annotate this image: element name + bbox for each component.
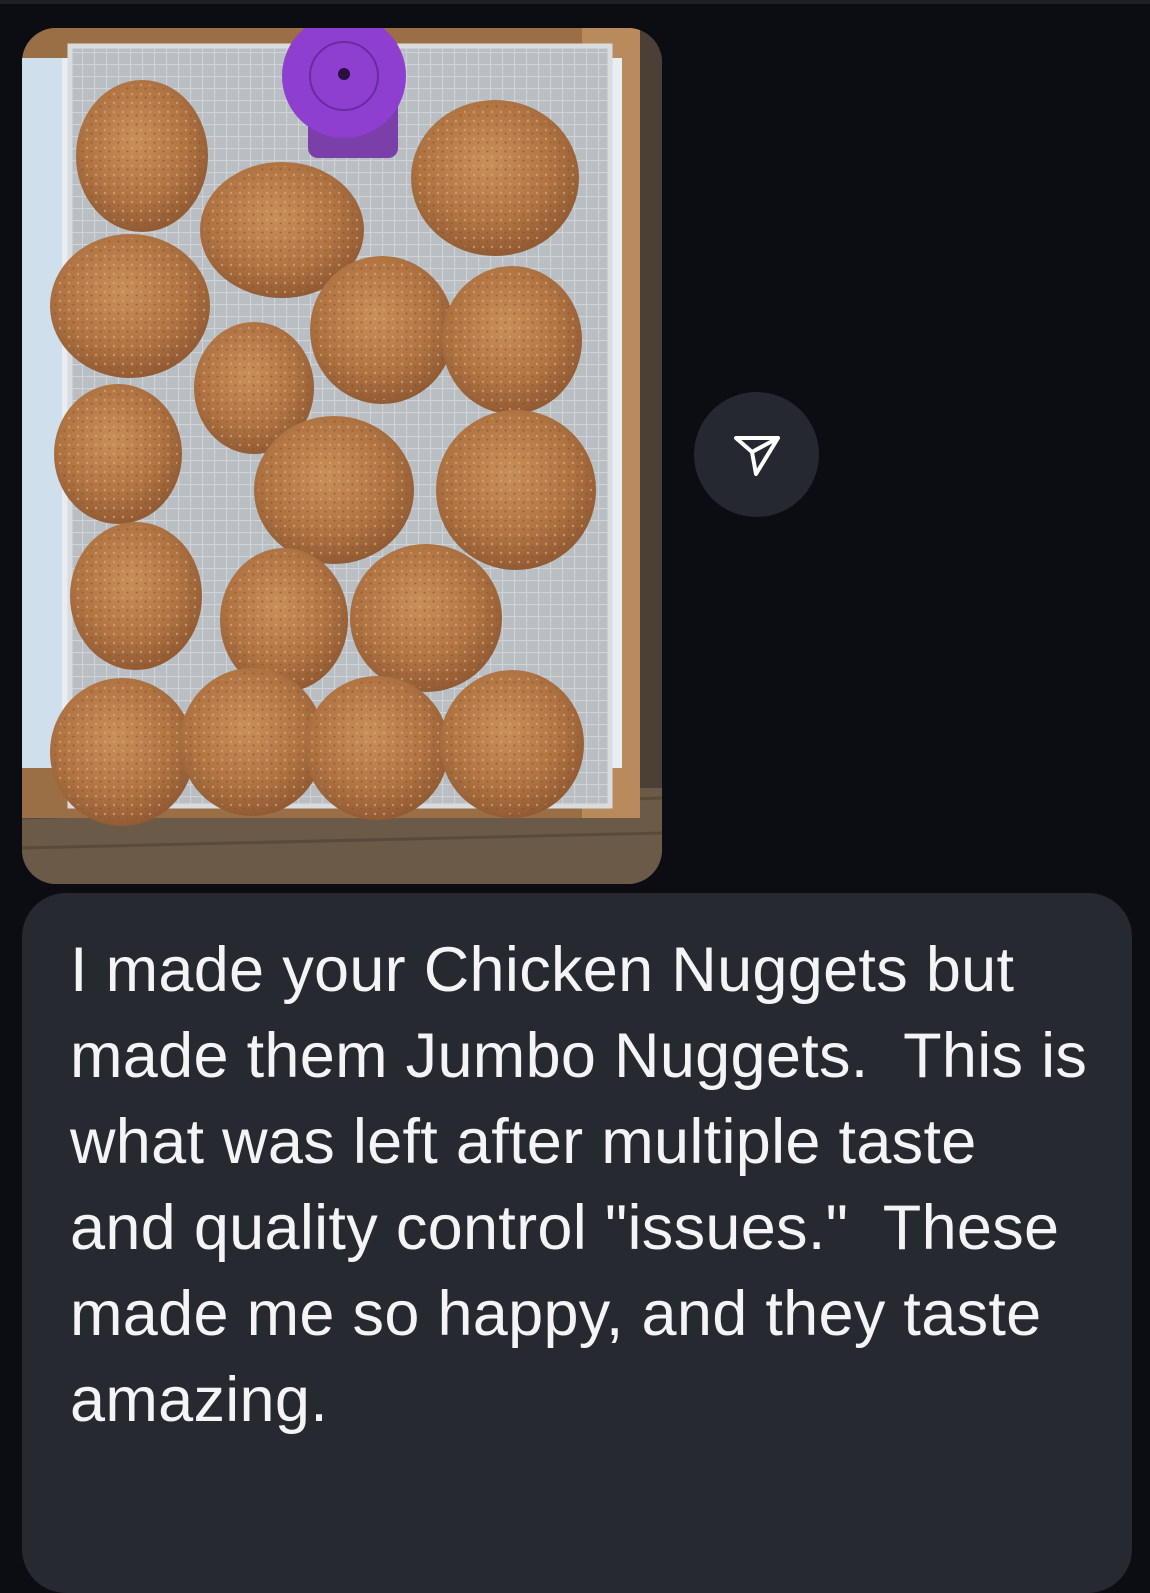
photo-message[interactable]	[22, 28, 662, 884]
nugget-texture	[309, 680, 445, 816]
nuggets-photo	[22, 28, 662, 884]
nugget-texture	[446, 270, 578, 410]
nugget-texture	[80, 84, 204, 228]
nugget-texture	[184, 672, 320, 812]
nugget-texture	[258, 420, 410, 560]
nugget-texture	[224, 552, 344, 688]
nugget-texture	[444, 674, 580, 814]
nugget-texture	[74, 526, 198, 666]
nugget-texture	[54, 682, 190, 822]
nugget-texture	[415, 104, 575, 252]
message-text: I made your Chicken Nuggets but made the…	[70, 935, 1106, 1435]
share-button[interactable]	[694, 392, 819, 517]
nugget-texture	[354, 548, 498, 688]
nugget-texture	[440, 414, 592, 566]
nugget-texture	[314, 260, 450, 400]
text-message-bubble[interactable]: I made your Chicken Nuggets but made the…	[22, 893, 1132, 1593]
nugget-texture	[58, 388, 178, 520]
top-edge-divider	[0, 0, 1150, 4]
nugget-texture	[54, 238, 206, 374]
paper-plane-icon	[733, 435, 780, 476]
